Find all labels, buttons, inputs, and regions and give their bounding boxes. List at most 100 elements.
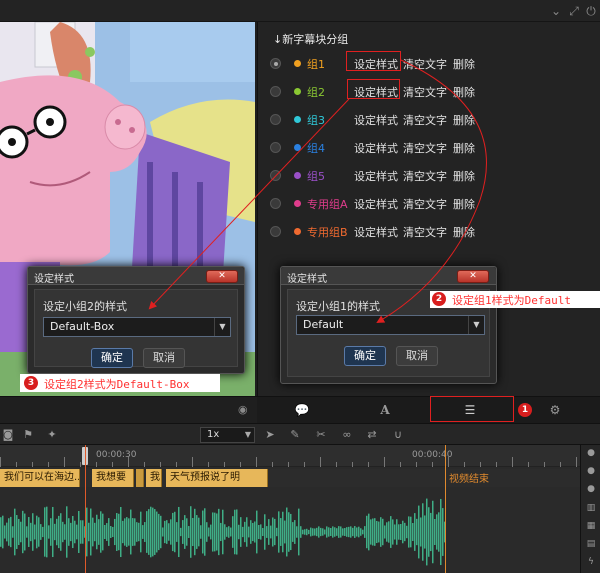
close-icon[interactable]: ✕: [206, 270, 238, 283]
wave-bar: [52, 506, 54, 558]
wave-bar: [304, 529, 306, 535]
ok-button[interactable]: 确定: [91, 348, 133, 368]
comment-icon[interactable]: 💬: [282, 397, 322, 424]
wave-bar: [412, 523, 414, 541]
scissors-icon[interactable]: ✂: [313, 427, 329, 443]
highlight-list-tab: [430, 396, 514, 422]
edit-icon[interactable]: ✎: [287, 427, 303, 443]
wave-bar: [382, 518, 384, 546]
swap-icon[interactable]: ⇄: [364, 427, 380, 443]
wave-bar: [236, 509, 238, 555]
subtitle-clip-gap[interactable]: [136, 469, 144, 487]
wave-bar: [352, 527, 354, 537]
waveform-icon[interactable]: ▥: [583, 503, 599, 517]
delete-button[interactable]: 删除: [453, 84, 475, 100]
wave-bar: [54, 523, 56, 541]
wave-bar: [246, 517, 248, 547]
delete-button[interactable]: 删除: [453, 140, 475, 156]
cancel-button[interactable]: 取消: [143, 348, 185, 368]
wave-bar: [394, 524, 396, 540]
bookmark-icon[interactable]: ⚑: [20, 427, 36, 443]
wave-bar: [14, 508, 16, 556]
group-radio[interactable]: [270, 170, 281, 181]
wave-bar: [284, 520, 286, 544]
set-style-button[interactable]: 设定样式: [354, 168, 398, 184]
wave-bar: [274, 518, 276, 546]
group-radio[interactable]: [270, 142, 281, 153]
wave-bar: [0, 517, 2, 547]
group-radio[interactable]: [270, 58, 281, 69]
group-radio[interactable]: [270, 86, 281, 97]
set-style-button[interactable]: 设定样式: [354, 196, 398, 212]
group-radio[interactable]: [270, 114, 281, 125]
wave-bar: [342, 528, 344, 536]
group-radio[interactable]: [270, 226, 281, 237]
cursor-icon[interactable]: ➤: [262, 427, 278, 443]
delete-button[interactable]: 删除: [453, 224, 475, 240]
wave-bar: [58, 515, 60, 549]
wave-bar: [26, 526, 28, 538]
step2-annotation: 2 设定组1样式为Default: [430, 291, 600, 308]
subtitle-clip[interactable]: 我想要: [92, 469, 134, 487]
delete-button[interactable]: 删除: [453, 168, 475, 184]
delete-button[interactable]: 删除: [453, 56, 475, 72]
style-select[interactable]: Default ▼: [296, 315, 485, 335]
clear-text-button[interactable]: 清空文字: [403, 112, 447, 128]
camera-icon[interactable]: ◙: [0, 427, 16, 443]
clear-text-button[interactable]: 清空文字: [403, 196, 447, 212]
style-select-value: Default-Box: [50, 320, 115, 333]
speed-select[interactable]: 1x ▼: [200, 427, 255, 443]
wave-bar: [36, 515, 38, 549]
wave-bar: [318, 526, 320, 538]
cancel-button[interactable]: 取消: [396, 346, 438, 366]
style-select[interactable]: Default-Box ▼: [43, 317, 231, 337]
wave-bar: [182, 520, 184, 544]
clear-text-button[interactable]: 清空文字: [403, 168, 447, 184]
wave-bar: [314, 528, 316, 536]
time-ruler[interactable]: 00:00:30 00:00:40: [0, 445, 580, 467]
zoom-out-icon[interactable]: ●: [583, 466, 599, 480]
font-icon[interactable]: A: [365, 397, 405, 424]
wave-bar: [212, 512, 214, 552]
set-style-button[interactable]: 设定样式: [354, 112, 398, 128]
step3-text: 设定组2样式为Default-Box: [44, 378, 190, 391]
gear-icon[interactable]: ⚙: [535, 397, 575, 424]
wave-bar: [146, 511, 148, 553]
clear-text-button[interactable]: 清空文字: [403, 84, 447, 100]
chevron-down-icon[interactable]: ⌄: [548, 3, 564, 19]
delete-button[interactable]: 删除: [453, 112, 475, 128]
set-style-button[interactable]: 设定样式: [354, 224, 398, 240]
eye-icon[interactable]: ◉: [238, 403, 248, 416]
magic-wand-icon[interactable]: ✦: [44, 427, 60, 443]
subtitle-clip[interactable]: 我们可以在海边...: [0, 469, 80, 487]
wave-bar: [20, 521, 22, 543]
zoom-in-icon[interactable]: ●: [583, 448, 599, 462]
wave-bar: [154, 509, 156, 555]
audio-waveform[interactable]: [0, 491, 580, 573]
spectrum-icon[interactable]: ▦: [583, 521, 599, 535]
clear-text-button[interactable]: 清空文字: [403, 56, 447, 72]
delete-button[interactable]: 删除: [453, 196, 475, 212]
wave-bar: [2, 515, 4, 549]
wave-bar: [46, 506, 48, 558]
clear-text-button[interactable]: 清空文字: [403, 224, 447, 240]
link-icon[interactable]: ∞: [339, 427, 355, 443]
wave-bar: [220, 522, 222, 542]
timeline[interactable]: 00:00:30 00:00:40 我们可以在海边... 我想要 我 天气预报说…: [0, 445, 580, 573]
wave-bar: [316, 527, 318, 537]
set-style-button[interactable]: 设定样式: [354, 140, 398, 156]
lightning-icon[interactable]: ϟ: [583, 557, 599, 571]
close-icon[interactable]: ✕: [457, 270, 489, 283]
subtitle-clip[interactable]: 天气预报说了明: [166, 469, 268, 487]
group-radio[interactable]: [270, 198, 281, 209]
power-icon[interactable]: ⏻: [583, 3, 599, 19]
clear-text-button[interactable]: 清空文字: [403, 140, 447, 156]
bars-icon[interactable]: ▤: [583, 539, 599, 553]
wave-bar: [66, 506, 68, 558]
subtitle-clip[interactable]: 我: [146, 469, 162, 487]
wave-bar: [28, 517, 30, 547]
magnet-icon[interactable]: ∪: [390, 427, 406, 443]
expand-icon[interactable]: ⤢: [566, 3, 582, 19]
ok-button[interactable]: 确定: [344, 346, 386, 366]
fit-icon[interactable]: ●: [583, 484, 599, 498]
